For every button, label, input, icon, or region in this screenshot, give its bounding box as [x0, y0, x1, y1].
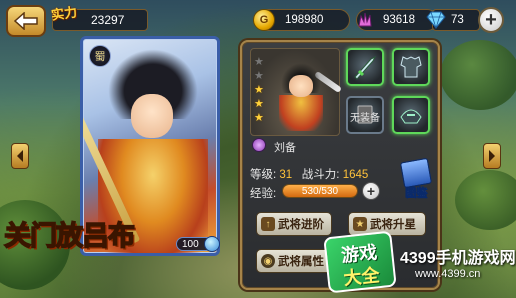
star-icon: ★ — [254, 84, 264, 96]
equip-slot-weapon[interactable] — [346, 48, 384, 86]
handbook-label: 图鉴 — [405, 187, 428, 200]
gem-icon — [204, 236, 220, 252]
hero-advance-label: 武将进阶 — [278, 219, 324, 231]
hero-class-icon — [252, 138, 266, 152]
star-icon: ★ — [353, 217, 367, 231]
equip-slot-helmet[interactable] — [392, 96, 430, 134]
level-stat: 等级: 31 战斗力: 1645 — [250, 166, 368, 182]
combat-power-value: 1645 — [342, 169, 369, 181]
info-icon: ◉ — [261, 254, 275, 268]
next-hero-button[interactable] — [483, 143, 501, 169]
watermark-logo: 游戏 大全 — [323, 230, 397, 294]
chibi-body-art — [279, 95, 323, 131]
background-tree — [455, 170, 516, 230]
watermark-badge-line2: 大全 — [342, 265, 381, 290]
power-label: 实力 — [50, 4, 79, 23]
hero-name: 刘备 — [274, 142, 296, 154]
power-value: 23297 — [91, 13, 125, 27]
hero-card-title: 关门放吕布 — [3, 220, 136, 253]
helmet-icon — [394, 98, 428, 132]
crystal-icon — [358, 12, 372, 27]
hero-level-value: 100 — [182, 239, 199, 250]
star-icon: ★ — [254, 70, 264, 82]
hero-attributes-button[interactable]: ◉ 武将属性 — [256, 249, 332, 273]
chevron-left-icon — [17, 150, 23, 162]
chevron-right-icon — [489, 150, 495, 162]
hero-level-pill: 100 — [176, 236, 220, 252]
crystal-value: 93618 — [383, 14, 415, 26]
exp-value: 530/530 — [301, 186, 339, 197]
gold-value: 198980 — [285, 14, 324, 26]
arrow-up-icon: ↑ — [261, 217, 275, 231]
star-icon: ★ — [254, 56, 264, 68]
diamond-icon — [426, 11, 446, 29]
combat-power-label: 战斗力: — [301, 169, 340, 181]
hero-face-art — [131, 94, 173, 138]
star-icon: ★ — [254, 112, 264, 124]
equip-slot-book[interactable]: 无装备 — [346, 96, 384, 134]
sword-icon — [348, 50, 382, 84]
hero-advance-button[interactable]: ↑ 武将进阶 — [256, 212, 332, 236]
add-exp-button[interactable]: + — [362, 182, 380, 200]
background-tree — [440, 40, 516, 110]
equip-slot-armor[interactable] — [392, 48, 430, 86]
exp-label: 经验: — [250, 188, 277, 200]
back-button[interactable] — [6, 5, 46, 37]
exp-stat: 经验: — [250, 185, 276, 201]
hero-upgrade-star-label: 武将升星 — [370, 219, 416, 231]
faction-badge-icon: 蜀 — [89, 45, 111, 67]
watermark-site-url: www.4399.cn — [415, 268, 481, 280]
exp-progress-bar: 530/530 — [282, 184, 358, 198]
chibi-face-art — [289, 75, 313, 97]
add-currency-button[interactable]: + — [478, 7, 504, 33]
star-icon: ★ — [254, 98, 264, 110]
watermark-site-name: 4399手机游戏网 — [400, 250, 516, 267]
diamond-value: 73 — [451, 14, 464, 26]
diamond-display: 73 — [426, 9, 480, 31]
hero-attributes-label: 武将属性 — [278, 256, 324, 268]
armor-icon — [394, 50, 428, 84]
hero-portrait[interactable]: ★ ★ ★ ★ ★ — [250, 48, 343, 136]
power-display: 实力 23297 — [50, 4, 148, 31]
gold-display: G 198980 — [253, 9, 350, 31]
gold-coin-icon: G — [253, 9, 275, 31]
level-value: 31 — [279, 169, 293, 181]
handbook-button[interactable]: 图鉴 — [398, 157, 434, 200]
level-label: 等级: — [250, 169, 277, 181]
prev-hero-button[interactable] — [11, 143, 29, 169]
no-equipment-label: 无装备 — [350, 113, 380, 124]
arrow-left-icon — [14, 12, 38, 30]
